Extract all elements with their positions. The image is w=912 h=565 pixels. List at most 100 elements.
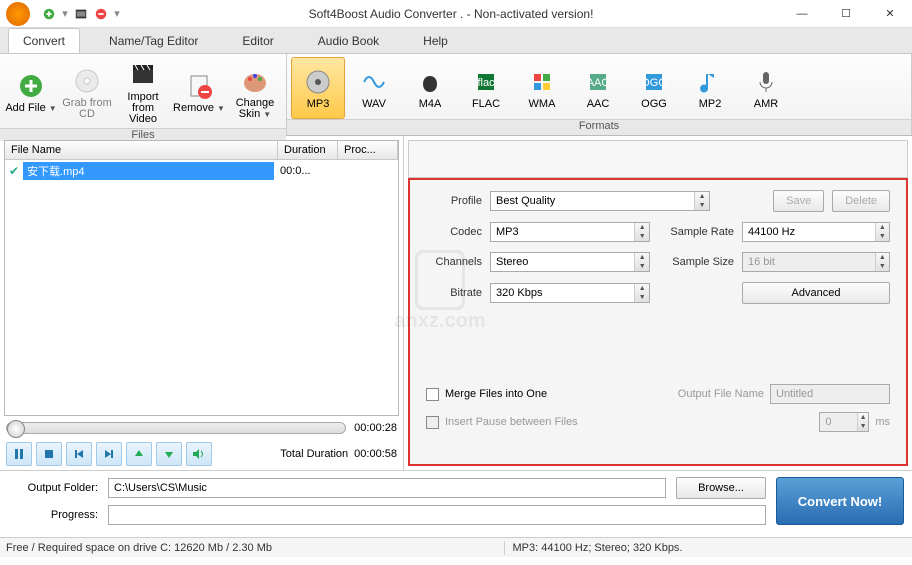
- aac-label: AAC: [587, 99, 610, 110]
- add-file-icon: [15, 71, 47, 101]
- tab-editor[interactable]: Editor: [227, 28, 288, 53]
- mp3-label: MP3: [307, 99, 330, 110]
- format-wav-button[interactable]: WAV: [347, 57, 401, 119]
- file-table-header: File Name Duration Proc...: [5, 141, 398, 160]
- qat-dropdown2-icon[interactable]: ▾: [112, 5, 122, 23]
- pause-unit: ms: [875, 416, 890, 428]
- statusbar: Free / Required space on drive C: 12620 …: [0, 537, 912, 557]
- tab-strip: Convert Name/Tag Editor Editor Audio Boo…: [0, 28, 912, 54]
- browse-button[interactable]: Browse...: [676, 477, 766, 499]
- codec-input[interactable]: [491, 223, 634, 241]
- minimize-button[interactable]: —: [780, 0, 824, 28]
- wma-label: WMA: [529, 99, 556, 110]
- format-mp3-button[interactable]: MP3: [291, 57, 345, 119]
- clapperboard-icon: [127, 60, 159, 90]
- ribbon: Add File ▼ Grab from CD Import from Vide…: [0, 54, 912, 136]
- grab-cd-label: Grab from CD: [61, 98, 113, 120]
- file-table: File Name Duration Proc... ✔ 安下载.mp4 00:…: [4, 140, 399, 416]
- close-button[interactable]: ✕: [868, 0, 912, 28]
- col-filename[interactable]: File Name: [5, 141, 278, 159]
- bitrate-input[interactable]: [491, 284, 634, 302]
- right-panel: Profile ▲▼ Save Delete Codec ▲▼ Sample R…: [404, 136, 912, 470]
- import-video-label: Import from Video: [117, 92, 169, 125]
- sample-rate-combo[interactable]: ▲▼: [742, 222, 890, 242]
- next-button[interactable]: [96, 442, 122, 466]
- format-m4a-button[interactable]: M4A: [403, 57, 457, 119]
- note-icon: [694, 67, 726, 97]
- tab-audio-book[interactable]: Audio Book: [303, 28, 394, 53]
- tab-help[interactable]: Help: [408, 28, 463, 53]
- add-file-button[interactable]: Add File ▼: [4, 57, 58, 128]
- file-duration-cell: 00:0...: [274, 165, 334, 177]
- merge-checkbox[interactable]: [426, 388, 439, 401]
- up-button[interactable]: [126, 442, 152, 466]
- format-ogg-button[interactable]: OGGOGG: [627, 57, 681, 119]
- windows-icon: [526, 67, 558, 97]
- mic-icon: [750, 67, 782, 97]
- change-skin-button[interactable]: Change Skin ▼: [228, 57, 282, 128]
- qat-video-icon[interactable]: [72, 5, 90, 23]
- progress-bar: [108, 505, 766, 525]
- seek-slider[interactable]: [6, 422, 346, 434]
- add-file-label: Add File: [5, 102, 45, 114]
- qat-add-icon[interactable]: [40, 5, 58, 23]
- check-icon[interactable]: ✔: [9, 164, 19, 178]
- pause-value-input: [820, 413, 857, 431]
- advanced-button[interactable]: Advanced: [742, 282, 890, 304]
- down-button[interactable]: [156, 442, 182, 466]
- m4a-label: M4A: [419, 99, 442, 110]
- bitrate-combo[interactable]: ▲▼: [490, 283, 650, 303]
- profile-label: Profile: [426, 195, 482, 207]
- volume-button[interactable]: [186, 442, 212, 466]
- format-flac-button[interactable]: flacFLAC: [459, 57, 513, 119]
- format-aac-button[interactable]: AACAAC: [571, 57, 625, 119]
- codec-label: Codec: [426, 226, 482, 238]
- maximize-button[interactable]: ☐: [824, 0, 868, 28]
- file-name-cell[interactable]: 安下载.mp4: [23, 162, 274, 180]
- format-mp2-button[interactable]: MP2: [683, 57, 737, 119]
- col-proc[interactable]: Proc...: [338, 141, 398, 159]
- import-video-button[interactable]: Import from Video: [116, 57, 170, 128]
- main-area: File Name Duration Proc... ✔ 安下载.mp4 00:…: [0, 136, 912, 470]
- col-duration[interactable]: Duration: [278, 141, 338, 159]
- profile-combo[interactable]: ▲▼: [490, 191, 710, 211]
- qat-dropdown-icon[interactable]: ▾: [60, 5, 70, 23]
- qat-remove-icon[interactable]: [92, 5, 110, 23]
- channels-input[interactable]: [491, 253, 634, 271]
- convert-button[interactable]: Convert Now!: [776, 477, 904, 525]
- sample-size-label: Sample Size: [658, 256, 734, 268]
- ribbon-group-formats: MP3 WAV M4A flacFLAC WMA AACAAC OGGOGG M…: [287, 54, 912, 135]
- format-wma-button[interactable]: WMA: [515, 57, 569, 119]
- file-row[interactable]: ✔ 安下载.mp4 00:0...: [5, 160, 398, 182]
- mp3-icon: [302, 67, 334, 97]
- tab-convert[interactable]: Convert: [8, 28, 80, 53]
- profile-input[interactable]: [491, 192, 694, 210]
- sample-rate-input[interactable]: [743, 223, 875, 241]
- merge-label: Merge Files into One: [445, 388, 547, 400]
- status-disk: Free / Required space on drive C: 12620 …: [6, 542, 272, 554]
- ogg-icon: OGG: [638, 67, 670, 97]
- save-button[interactable]: Save: [773, 190, 824, 212]
- grab-cd-button[interactable]: Grab from CD: [60, 57, 114, 128]
- mp2-label: MP2: [699, 99, 722, 110]
- palette-icon: [239, 66, 271, 96]
- pause-checkbox: [426, 416, 439, 429]
- sample-size-combo: ▲▼: [742, 252, 890, 272]
- pause-button[interactable]: [6, 442, 32, 466]
- tab-name-tag-editor[interactable]: Name/Tag Editor: [94, 28, 213, 53]
- output-folder-label: Output Folder:: [8, 482, 98, 494]
- output-file-input-wrap: [770, 384, 890, 404]
- codec-combo[interactable]: ▲▼: [490, 222, 650, 242]
- channels-combo[interactable]: ▲▼: [490, 252, 650, 272]
- settings-panel: Profile ▲▼ Save Delete Codec ▲▼ Sample R…: [408, 178, 908, 466]
- format-amr-button[interactable]: AMR: [739, 57, 793, 119]
- apple-icon: [414, 67, 446, 97]
- total-duration-value: 00:00:58: [354, 448, 397, 460]
- stop-button[interactable]: [36, 442, 62, 466]
- prev-button[interactable]: [66, 442, 92, 466]
- output-folder-input[interactable]: [108, 478, 666, 498]
- delete-button[interactable]: Delete: [832, 190, 890, 212]
- remove-button[interactable]: Remove ▼: [172, 57, 226, 128]
- file-table-body[interactable]: ✔ 安下载.mp4 00:0...: [5, 160, 398, 415]
- seek-thumb[interactable]: [7, 420, 25, 438]
